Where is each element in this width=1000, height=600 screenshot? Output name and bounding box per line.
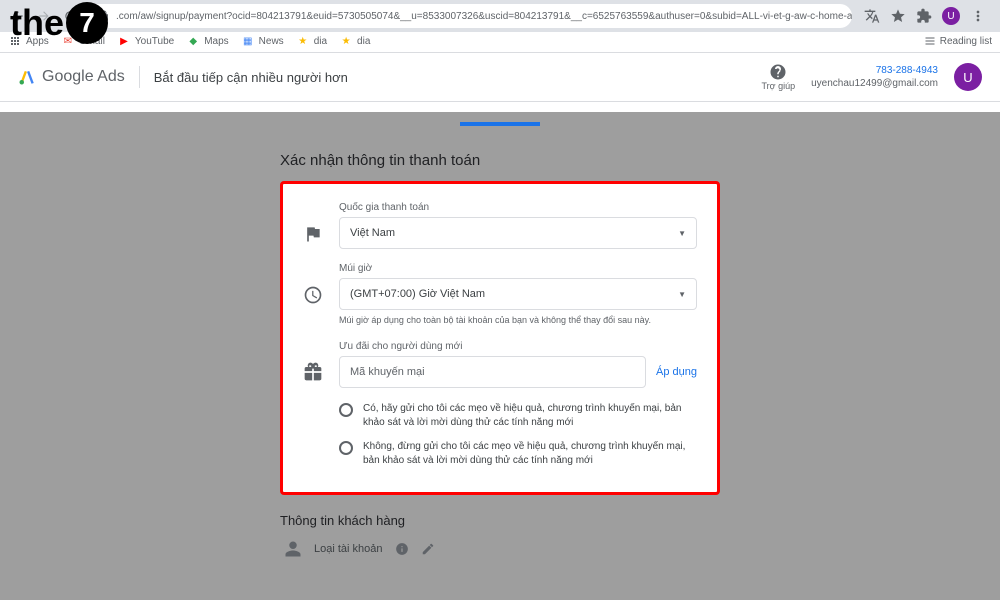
info-icon[interactable] [395,542,409,556]
radio-label-yes: Có, hãy gửi cho tôi các mẹo về hiệu quả,… [363,402,697,430]
ads-header: Google Ads Bắt đầu tiếp cận nhiều người … [0,53,1000,102]
watermark-digit: 7 [66,2,108,44]
payment-form-card: Quốc gia thanh toán Việt Nam ▼ Múi giờ (… [280,181,720,495]
timezone-select[interactable]: (GMT+07:00) Giờ Việt Nam ▼ [339,278,697,310]
account-info[interactable]: 783-288-4943 uyenchau12499@gmail.com [811,64,938,90]
url-text: .com/aw/signup/payment?ocid=804213791&eu… [116,11,852,22]
gift-icon [303,362,323,382]
bookmark-news[interactable]: ▦News [241,34,284,48]
radio-icon [339,403,353,417]
browser-chrome: .com/aw/signup/payment?ocid=804213791&eu… [0,0,1000,53]
star-icon[interactable] [890,8,906,24]
maps-icon: ◆ [186,34,200,48]
bookmark-youtube[interactable]: ▶YouTube [117,34,174,48]
browser-avatar[interactable]: U [942,7,960,25]
help-button[interactable]: Trợ giúp [762,63,796,91]
caret-down-icon: ▼ [678,290,686,299]
bookmarks-bar: Apps ✉Gmail ▶YouTube ◆Maps ▦News ★dia ★d… [0,32,1000,53]
youtube-icon: ▶ [117,34,131,48]
radio-opt-in-no[interactable]: Không, đừng gửi cho tôi các mẹo về hiệu … [339,440,697,468]
promo-code-input[interactable]: Mã khuyến mại [339,356,646,388]
account-type-label: Loại tài khoản [314,543,383,555]
radio-opt-in-yes[interactable]: Có, hãy gửi cho tôi các mẹo về hiệu quả,… [339,402,697,430]
translate-icon[interactable] [864,8,880,24]
edit-icon[interactable] [421,542,435,556]
kebab-menu-icon[interactable] [970,8,986,24]
apply-button[interactable]: Áp dụng [656,366,697,378]
country-label: Quốc gia thanh toán [339,202,697,213]
bookmark-maps[interactable]: ◆Maps [186,34,228,48]
radio-icon [339,441,353,455]
dia-icon: ★ [339,34,353,48]
timezone-hint: Múi giờ áp dụng cho toàn bộ tài khoản củ… [339,315,697,327]
person-icon [284,540,302,558]
logo-text: Google Ads [42,68,125,86]
customer-info-title: Thông tin khách hàng [280,513,720,528]
country-value: Việt Nam [350,227,395,239]
header-subtitle: Bắt đầu tiếp cận nhiều người hơn [154,70,348,85]
account-type-row: Loại tài khoản [280,540,720,558]
help-icon [769,63,787,81]
bookmark-dia-1[interactable]: ★dia [296,34,327,48]
timezone-value: (GMT+07:00) Giờ Việt Nam [350,288,485,300]
extensions-icon[interactable] [916,8,932,24]
country-select[interactable]: Việt Nam ▼ [339,217,697,249]
caret-down-icon: ▼ [678,229,686,238]
news-icon: ▦ [241,34,255,48]
reading-list-icon [924,35,936,47]
watermark-logo: the 7 [10,2,108,44]
header-email: uyenchau12499@gmail.com [811,77,938,90]
dia-icon: ★ [296,34,310,48]
promo-section-label: Ưu đãi cho người dùng mới [339,341,697,352]
timezone-label: Múi giờ [339,263,697,274]
bookmark-dia-2[interactable]: ★dia [339,34,370,48]
progress-indicator [460,122,540,126]
reading-list[interactable]: Reading list [924,35,992,47]
google-ads-icon [18,68,36,86]
flag-icon [303,224,323,244]
radio-label-no: Không, đừng gửi cho tôi các mẹo về hiệu … [363,440,697,468]
header-avatar[interactable]: U [954,63,982,91]
header-phone: 783-288-4943 [811,64,938,77]
url-bar[interactable]: .com/aw/signup/payment?ocid=804213791&eu… [86,4,852,28]
clock-icon [303,285,323,305]
google-ads-logo[interactable]: Google Ads [18,68,125,86]
header-divider [139,66,140,88]
section-title: Xác nhận thông tin thanh toán [280,152,720,169]
watermark-text: the [10,2,64,44]
